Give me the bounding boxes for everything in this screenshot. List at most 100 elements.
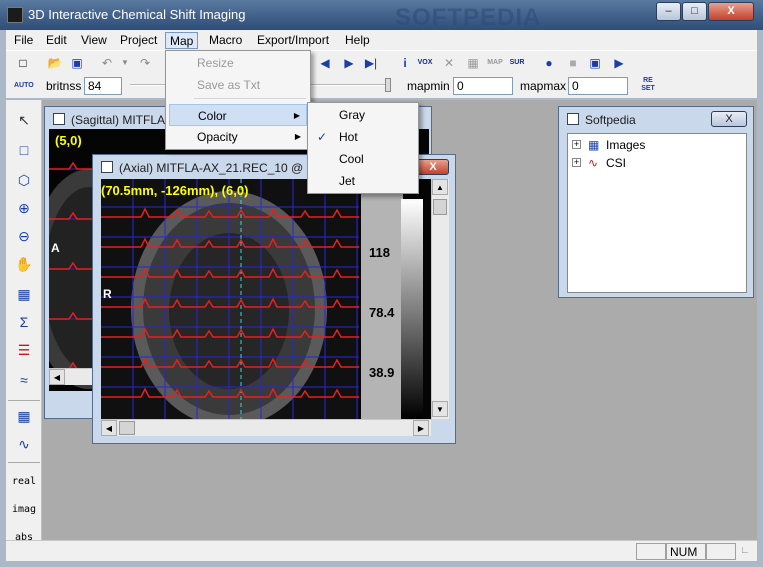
polygon-select-icon[interactable]: ⬡ bbox=[14, 170, 34, 190]
level-toolbar: AUTO britnss 84 mapmin 0 mapmax 0 RE SET bbox=[6, 74, 757, 98]
mapmax-field[interactable]: 0 bbox=[568, 77, 628, 95]
real-button[interactable]: real bbox=[10, 476, 38, 487]
minimize-button[interactable]: – bbox=[656, 2, 681, 21]
resize-grip-icon[interactable]: ∟ bbox=[740, 545, 750, 556]
map-menu: Resize Save as Txt Color ▶ Opacity ▶ bbox=[165, 50, 311, 150]
tool-palette: ↖ □ ⬡ ⊕ ⊖ ✋ ▦ Σ ☰ ≈ ▦ ∿ real imag abs bbox=[6, 100, 42, 540]
pointer-icon[interactable]: ↖ bbox=[14, 110, 34, 130]
axial-hscroll[interactable]: ◀ ▶ bbox=[101, 419, 431, 436]
reset-button[interactable]: RE SET bbox=[636, 77, 660, 95]
menu-export-import[interactable]: Export/Import bbox=[253, 32, 333, 49]
maximize-button[interactable]: □ bbox=[682, 2, 707, 21]
undo-dropdown-icon[interactable]: ▼ bbox=[116, 54, 134, 72]
stop-icon[interactable]: ■ bbox=[564, 54, 582, 72]
mapmin-label: mapmin bbox=[407, 79, 450, 93]
images-icon: ▦ bbox=[588, 138, 600, 152]
sagittal-label-a: A bbox=[51, 241, 60, 255]
menu-view[interactable]: View bbox=[77, 32, 111, 49]
mesh-icon[interactable]: ▦ bbox=[14, 284, 34, 304]
project-tree: + ▦ Images + ∿ CSI bbox=[567, 133, 747, 293]
fit-icon[interactable]: ≈ bbox=[14, 370, 34, 390]
rect-select-icon[interactable]: □ bbox=[14, 140, 34, 160]
window-title: 3D Interactive Chemical Shift Imaging bbox=[28, 7, 246, 22]
vox-button[interactable]: VOX bbox=[416, 54, 434, 72]
scroll-left-icon[interactable]: ◀ bbox=[49, 369, 65, 385]
pan-icon[interactable]: ✋ bbox=[14, 254, 34, 274]
britnss-slider-thumb[interactable] bbox=[385, 78, 391, 92]
zoom-in-icon[interactable]: ⊕ bbox=[14, 198, 34, 218]
first-icon[interactable]: ◀ bbox=[316, 54, 334, 72]
menu-edit[interactable]: Edit bbox=[42, 32, 71, 49]
menu-item-label: Hot bbox=[339, 130, 358, 144]
axial-vscroll[interactable]: ▲ ▼ bbox=[431, 179, 449, 419]
last-icon[interactable]: ▶| bbox=[362, 54, 380, 72]
grid-icon[interactable]: ▦ bbox=[464, 54, 482, 72]
abs-button[interactable]: abs bbox=[10, 532, 38, 540]
vscroll-thumb[interactable] bbox=[433, 199, 447, 215]
imag-button[interactable]: imag bbox=[10, 504, 38, 515]
undo-icon[interactable]: ↶ bbox=[98, 54, 116, 72]
menu-item-resize[interactable]: Resize bbox=[169, 52, 307, 74]
info-icon[interactable]: i bbox=[396, 54, 414, 72]
close-button[interactable]: X bbox=[708, 2, 754, 21]
scroll-up-icon[interactable]: ▲ bbox=[432, 179, 448, 195]
delete-icon[interactable]: ✕ bbox=[440, 54, 458, 72]
menu-help[interactable]: Help bbox=[341, 32, 374, 49]
expand-icon[interactable]: + bbox=[572, 158, 581, 167]
color-hot[interactable]: ✓ Hot bbox=[311, 126, 415, 148]
axial-coord: (70.5mm, -126mm), (6,0) bbox=[101, 183, 249, 198]
spectrum-range-icon[interactable]: ☰ bbox=[14, 340, 34, 360]
auto-button[interactable]: AUTO bbox=[14, 77, 34, 95]
axial-label-r: R bbox=[103, 287, 112, 301]
axial-title: (Axial) MITFLA-AX_21.REC_10 @ 10 bbox=[119, 161, 320, 175]
sur-button[interactable]: SUR bbox=[508, 54, 526, 72]
hscroll-thumb[interactable] bbox=[119, 421, 135, 435]
scale-label-low: 38.9 bbox=[369, 365, 395, 380]
color-cool[interactable]: Cool bbox=[311, 148, 415, 170]
palette-divider bbox=[8, 462, 40, 463]
mapmin-field[interactable]: 0 bbox=[453, 77, 513, 95]
grid-view-icon[interactable]: ▦ bbox=[14, 406, 34, 426]
menu-item-save-as-txt[interactable]: Save as Txt bbox=[169, 74, 307, 96]
menu-item-label: Color bbox=[198, 109, 227, 123]
menu-item-color[interactable]: Color ▶ bbox=[169, 104, 307, 126]
save-movie-icon[interactable]: ▣ bbox=[586, 54, 604, 72]
submenu-arrow-icon: ▶ bbox=[293, 111, 300, 120]
record-icon[interactable]: ● bbox=[540, 54, 558, 72]
sagittal-hscroll[interactable]: ◀ bbox=[49, 368, 93, 385]
scroll-left-icon[interactable]: ◀ bbox=[101, 420, 117, 436]
map-button[interactable]: MAP bbox=[486, 54, 504, 72]
expand-icon[interactable]: + bbox=[572, 140, 581, 149]
title-bar[interactable]: 3D Interactive Chemical Shift Imaging SO… bbox=[0, 0, 763, 31]
zoom-out-icon[interactable]: ⊖ bbox=[14, 226, 34, 246]
sum-icon[interactable]: Σ bbox=[14, 312, 34, 332]
menu-item-opacity[interactable]: Opacity ▶ bbox=[169, 126, 307, 148]
color-gray[interactable]: Gray bbox=[311, 104, 415, 126]
tree-label: Images bbox=[606, 138, 646, 152]
play-icon[interactable]: ▶ bbox=[610, 54, 628, 72]
menu-map[interactable]: Map bbox=[165, 32, 199, 49]
softpedia-title: Softpedia bbox=[585, 113, 636, 127]
save-icon[interactable]: ▣ bbox=[68, 54, 86, 72]
menu-project[interactable]: Project bbox=[116, 32, 161, 49]
menu-file[interactable]: File bbox=[10, 32, 37, 49]
scroll-right-icon[interactable]: ▶ bbox=[413, 420, 429, 436]
softpedia-close-button[interactable]: X bbox=[711, 111, 747, 127]
axial-window[interactable]: (Axial) MITFLA-AX_21.REC_10 @ 10 X (70.5… bbox=[92, 154, 456, 444]
scale-label-mid: 78.4 bbox=[369, 305, 395, 320]
menu-macro[interactable]: Macro bbox=[205, 32, 246, 49]
color-jet[interactable]: Jet bbox=[311, 170, 415, 192]
britnss-field[interactable]: 84 bbox=[84, 77, 122, 95]
main-toolbar: □ 📂 ▣ ↶ ▼ ↷ ◀ ▶ ▶| i VOX ✕ ▦ MAP SUR ● ■… bbox=[6, 50, 757, 74]
scroll-down-icon[interactable]: ▼ bbox=[432, 401, 448, 417]
next-icon[interactable]: ▶ bbox=[340, 54, 358, 72]
axial-close-button[interactable]: X bbox=[417, 159, 449, 175]
tree-label: CSI bbox=[606, 156, 627, 170]
open-folder-icon[interactable]: 📂 bbox=[46, 54, 64, 72]
redo-icon[interactable]: ↷ bbox=[136, 54, 154, 72]
softpedia-window[interactable]: Softpedia X + ▦ Images + ∿ CSI bbox=[558, 106, 754, 298]
new-file-icon[interactable]: □ bbox=[14, 54, 32, 72]
spectrum-icon[interactable]: ∿ bbox=[14, 434, 34, 454]
menu-item-label: Opacity bbox=[197, 130, 238, 144]
color-submenu: Gray ✓ Hot Cool Jet bbox=[307, 102, 419, 194]
